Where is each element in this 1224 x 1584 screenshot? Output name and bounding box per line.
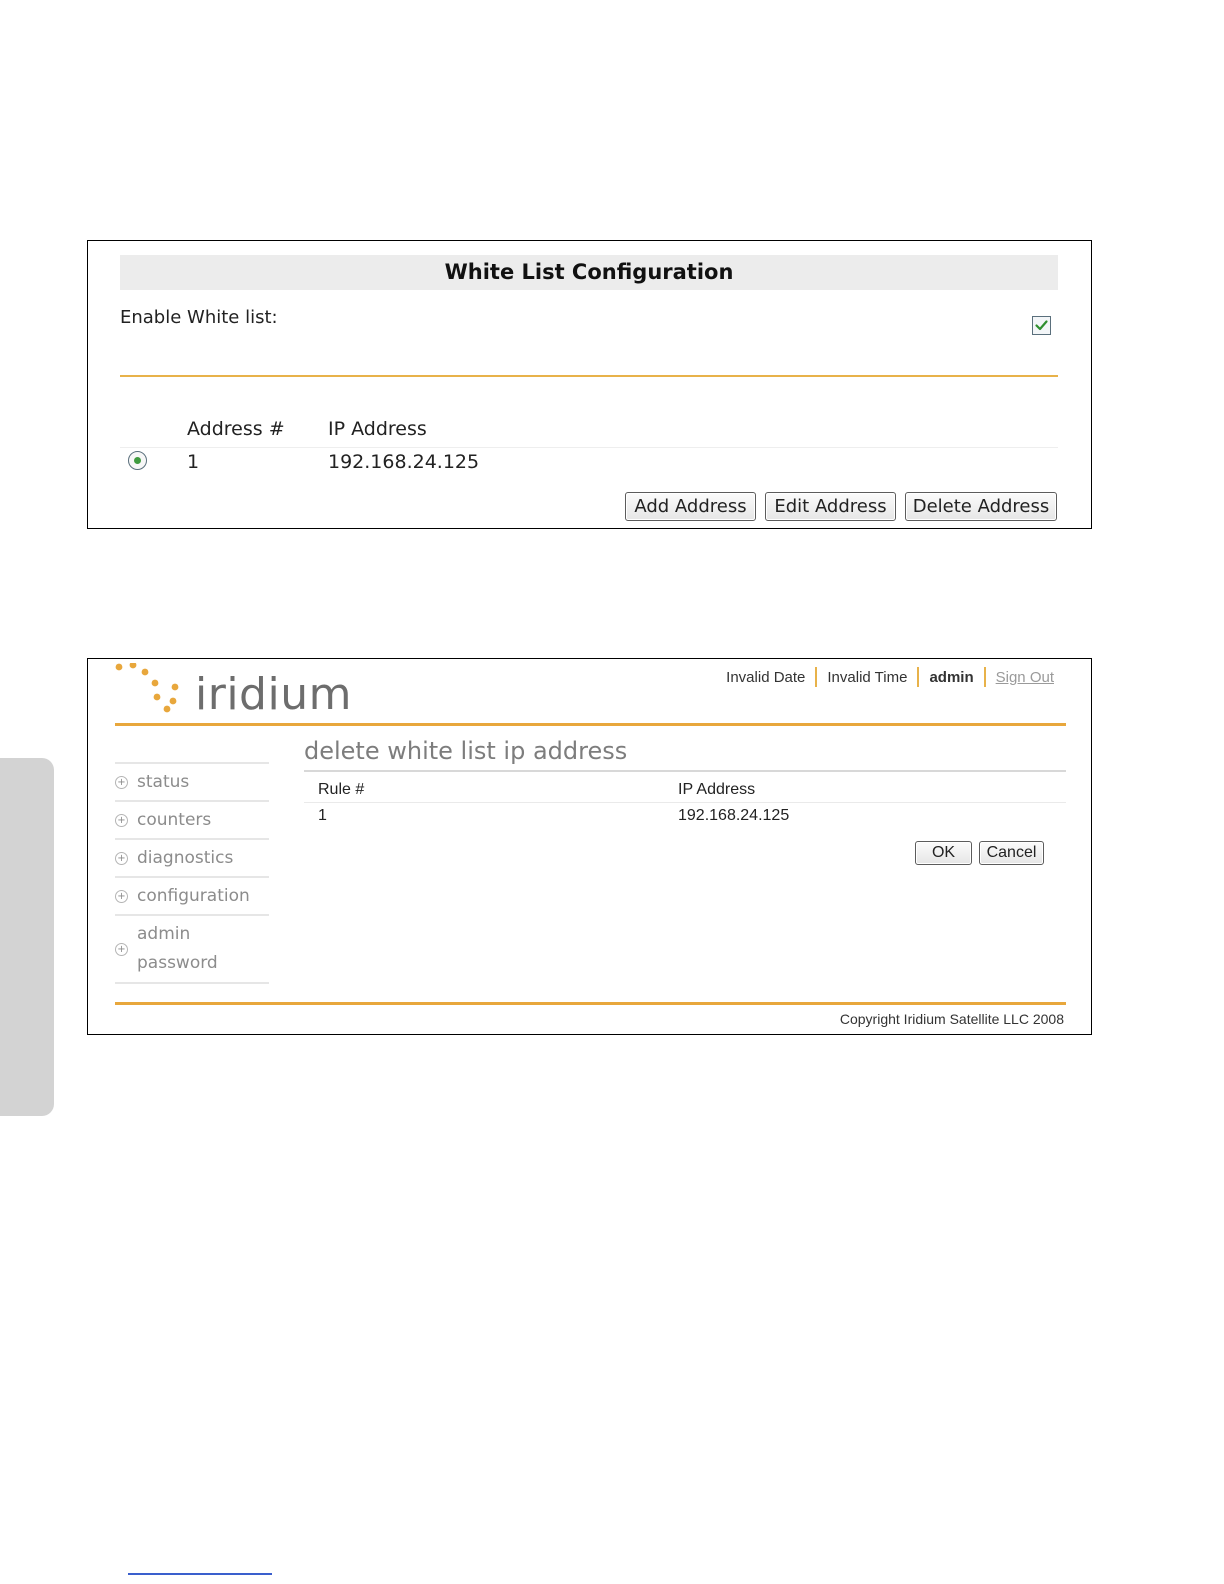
sidebar-item-counters[interactable]: + counters <box>115 802 269 840</box>
header-divider <box>115 723 1066 726</box>
logo-dots-icon <box>115 663 179 713</box>
label-line: admin <box>137 924 191 944</box>
sign-out-link[interactable]: Sign Out <box>986 669 1054 686</box>
panel-title: White List Configuration <box>120 255 1058 290</box>
page-title: delete white list ip address <box>304 737 628 765</box>
divider <box>304 770 1066 772</box>
page-side-tab <box>0 758 54 1116</box>
expand-icon: + <box>115 813 128 827</box>
date-status: Invalid Date <box>726 668 806 686</box>
delete-address-button[interactable]: Delete Address <box>905 492 1057 521</box>
column-header-ip-address: IP Address <box>678 781 756 798</box>
expand-icon: + <box>115 889 128 903</box>
sidebar-item-label: configuration <box>137 885 250 906</box>
iridium-logo: iridium <box>115 663 355 720</box>
ip-address-cell: 192.168.24.125 <box>328 451 480 473</box>
copyright-text: Copyright Iridium Satellite LLC 2008 <box>839 1011 1064 1027</box>
expand-icon: + <box>115 775 128 789</box>
edit-address-button[interactable]: Edit Address <box>765 492 896 521</box>
column-header-ip-address: IP Address <box>328 418 427 440</box>
sidebar-item-label: admin password <box>137 920 218 978</box>
sidebar-item-admin-password[interactable]: + admin password <box>115 916 269 984</box>
sidebar-item-label: status <box>137 771 190 792</box>
ip-address-cell: 192.168.24.125 <box>678 807 790 824</box>
column-header-rule: Rule # <box>318 781 365 798</box>
enable-white-list-label: Enable White list: <box>120 307 278 328</box>
column-header-address-num: Address # <box>187 418 285 440</box>
sidebar-item-configuration[interactable]: + configuration <box>115 878 269 916</box>
ok-button[interactable]: OK <box>915 841 972 865</box>
divider <box>120 375 1058 377</box>
divider <box>304 802 1066 803</box>
address-num-cell: 1 <box>187 451 200 473</box>
iridium-delete-page: iridium Invalid Date Invalid Time admin … <box>87 658 1092 1035</box>
sidebar-item-diagnostics[interactable]: + diagnostics <box>115 840 269 878</box>
enable-white-list-checkbox[interactable] <box>1032 316 1051 335</box>
divider <box>120 447 1058 448</box>
label-line: password <box>137 953 218 973</box>
sidebar-nav: + status + counters + diagnostics + conf… <box>115 762 269 984</box>
time-status: Invalid Time <box>827 668 908 686</box>
white-list-config-panel: White List Configuration Enable White li… <box>87 240 1092 529</box>
bottom-rule <box>128 1573 272 1575</box>
top-nav: Invalid Date Invalid Time admin Sign Out <box>716 667 1054 687</box>
cancel-button[interactable]: Cancel <box>979 841 1044 865</box>
sidebar-item-label: diagnostics <box>137 847 234 868</box>
user-name: admin <box>929 668 974 686</box>
sidebar-item-label: counters <box>137 809 212 830</box>
footer-divider <box>115 1002 1066 1005</box>
logo-wordmark: iridium <box>195 669 352 720</box>
expand-icon: + <box>115 942 128 956</box>
expand-icon: + <box>115 851 128 865</box>
add-address-button[interactable]: Add Address <box>625 492 756 521</box>
rule-cell: 1 <box>318 807 327 824</box>
address-row-radio[interactable] <box>128 451 147 470</box>
checkmark-icon <box>1035 320 1048 331</box>
sidebar-item-status[interactable]: + status <box>115 764 269 802</box>
